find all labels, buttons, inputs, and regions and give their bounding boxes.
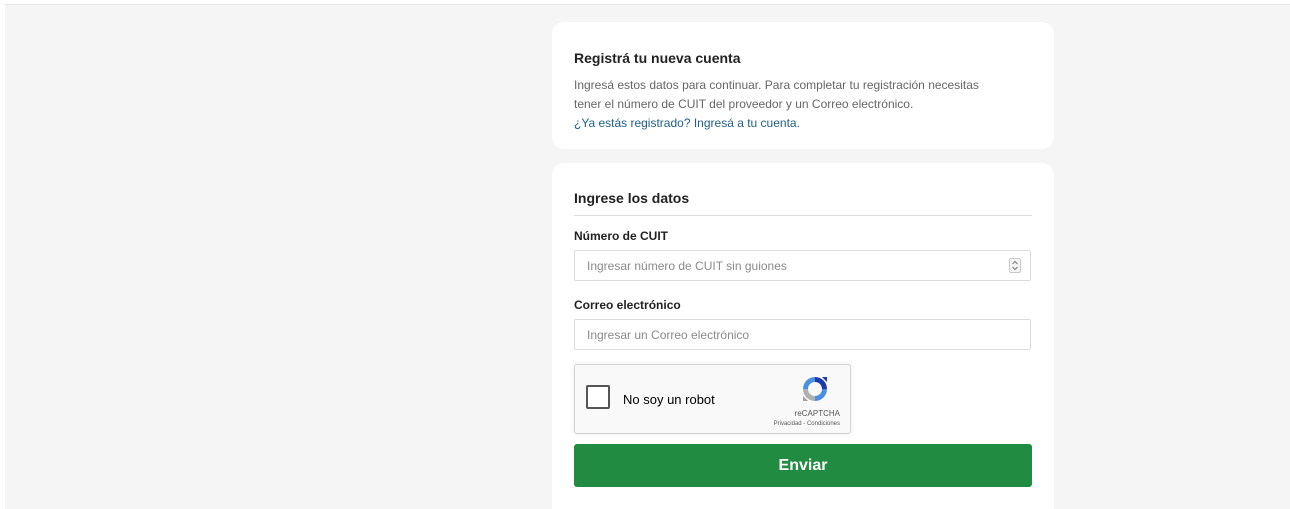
recaptcha-checkbox[interactable]	[586, 385, 610, 409]
recaptcha-label: No soy un robot	[623, 392, 715, 407]
recaptcha-brand: reCAPTCHA	[794, 409, 840, 418]
cuit-input[interactable]	[574, 250, 1031, 281]
email-input[interactable]	[574, 319, 1031, 350]
email-field-wrap	[574, 319, 1031, 350]
email-label: Correo electrónico	[574, 298, 681, 312]
cuit-label: Número de CUIT	[574, 229, 669, 243]
submit-button[interactable]: Enviar	[574, 444, 1032, 487]
intro-description-line2: tener el número de CUIT del proveedor y …	[574, 97, 914, 111]
login-link[interactable]: ¿Ya estás registrado? Ingresá a tu cuent…	[574, 114, 1032, 133]
recaptcha-terms-link[interactable]: Privacidad - Condiciones	[774, 421, 840, 427]
intro-description: Ingresá estos datos para continuar. Para…	[574, 76, 1032, 114]
intro-card: Registrá tu nueva cuenta Ingresá estos d…	[552, 22, 1054, 149]
cuit-field-wrap	[574, 250, 1031, 281]
spinner-arrows-icon[interactable]	[1009, 258, 1021, 273]
form-card: Ingrese los datos Número de CUIT Correo …	[552, 163, 1054, 509]
page-background: Registrá tu nueva cuenta Ingresá estos d…	[5, 4, 1290, 509]
section-title: Ingrese los datos	[574, 190, 1032, 216]
intro-title: Registrá tu nueva cuenta	[574, 50, 741, 66]
recaptcha-logo-icon	[800, 374, 830, 409]
recaptcha-widget: No soy un robot reCAPTCHA Privacidad - C…	[574, 364, 851, 434]
intro-description-line1: Ingresá estos datos para continuar. Para…	[574, 78, 979, 92]
